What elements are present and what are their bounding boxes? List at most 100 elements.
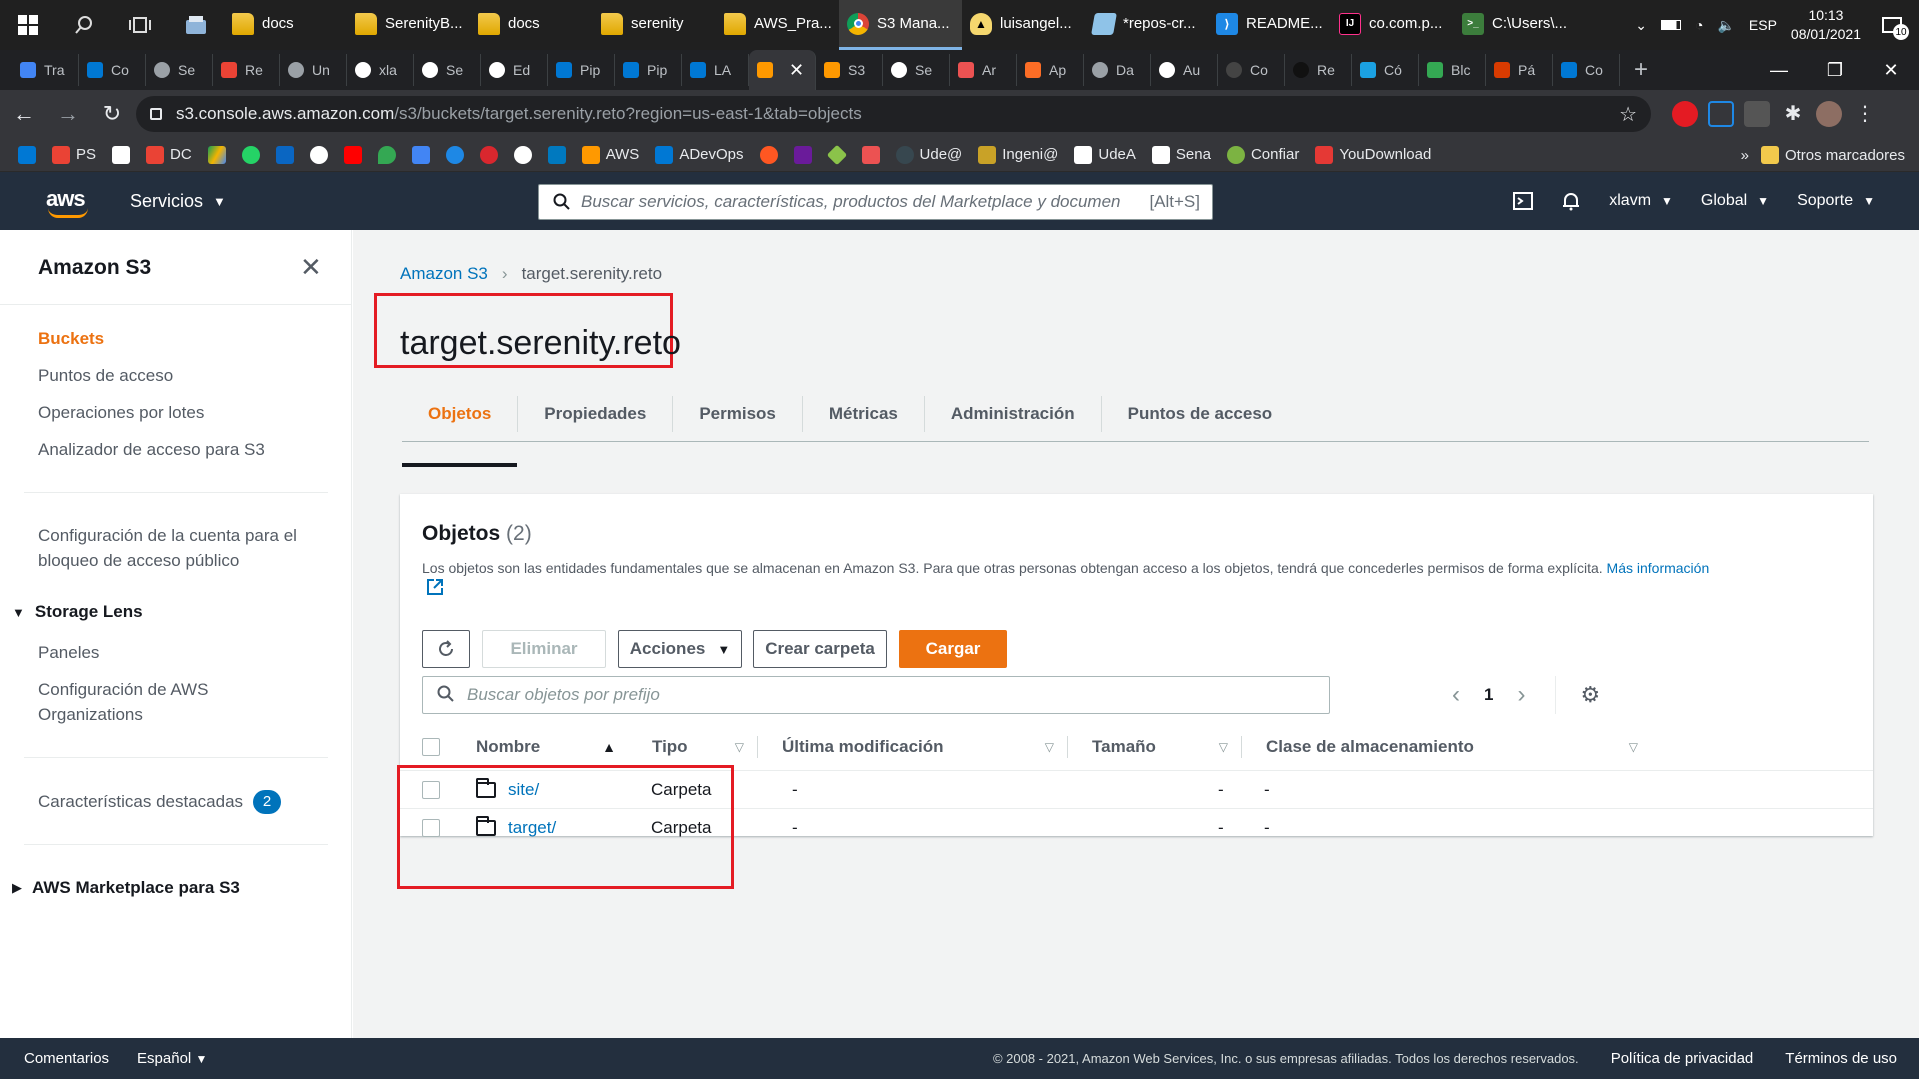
- taskbar-app-folder[interactable]: SerenityB...: [347, 0, 470, 50]
- notifications-button[interactable]: 10: [1875, 8, 1909, 42]
- minimize-icon[interactable]: —: [1751, 50, 1807, 90]
- aws-global-search[interactable]: Buscar servicios, características, produ…: [538, 184, 1213, 220]
- bookmark-mega[interactable]: [479, 145, 498, 164]
- create-folder-button[interactable]: Crear carpeta: [753, 630, 887, 668]
- bookmark-maps[interactable]: [377, 145, 396, 164]
- tab-properties[interactable]: Propiedades: [517, 395, 672, 432]
- taskbar-app-cmd[interactable]: >_ C:\Users\...: [1454, 0, 1577, 50]
- forward-arrow-icon[interactable]: →: [48, 94, 88, 134]
- taskbar-app-chrome[interactable]: S3 Mana...: [839, 0, 962, 50]
- browser-tab[interactable]: Un: [280, 54, 347, 86]
- language-selector[interactable]: Español ▼: [137, 1050, 207, 1067]
- browser-tab[interactable]: Ed: [481, 54, 548, 86]
- feedback-link[interactable]: Comentarios: [24, 1050, 109, 1067]
- pinned-app-icon[interactable]: [168, 0, 224, 50]
- aws-logo[interactable]: aws: [46, 186, 92, 218]
- prefix-search-input[interactable]: Buscar objetos por prefijo: [422, 676, 1330, 714]
- browser-tab[interactable]: Co: [79, 54, 146, 86]
- bookmark-udea-2[interactable]: UdeA: [1074, 145, 1136, 164]
- sidebar-item-aws-organizations[interactable]: Configuración de AWS Organizations: [38, 677, 298, 727]
- browser-tab[interactable]: Se: [414, 54, 481, 86]
- bookmark-trello[interactable]: [547, 145, 566, 164]
- close-icon[interactable]: ✕: [300, 252, 322, 283]
- browser-tab[interactable]: Re: [213, 54, 280, 86]
- address-bar[interactable]: s3.console.aws.amazon.com/s3/buckets/tar…: [136, 96, 1651, 132]
- browser-tab[interactable]: Pip: [615, 54, 682, 86]
- more-info-link[interactable]: Más información: [1607, 560, 1710, 576]
- region-menu[interactable]: Global ▼: [1701, 192, 1769, 210]
- bookmark-outlook[interactable]: [18, 145, 36, 164]
- volume-icon[interactable]: 🔈: [1717, 17, 1734, 34]
- bookmark-icon-only[interactable]: [759, 145, 778, 164]
- browser-tab[interactable]: Da: [1084, 54, 1151, 86]
- delete-button[interactable]: Eliminar: [482, 630, 606, 668]
- current-page[interactable]: 1: [1484, 685, 1493, 705]
- bookmark-star-icon[interactable]: ☆: [1619, 102, 1637, 127]
- chevron-right-icon[interactable]: ›: [1517, 681, 1525, 709]
- browser-tab-active[interactable]: ✕: [749, 50, 816, 90]
- windows-start-button[interactable]: [0, 0, 56, 50]
- browser-tab[interactable]: Pip: [548, 54, 615, 86]
- browser-tab[interactable]: Se: [146, 54, 213, 86]
- puzzle-extensions-icon[interactable]: ✱: [1780, 101, 1806, 127]
- privacy-link[interactable]: Política de privacidad: [1611, 1050, 1754, 1067]
- grid-extension-icon[interactable]: [1744, 101, 1770, 127]
- sidebar-item-block-public-access[interactable]: Configuración de la cuenta para el bloqu…: [38, 523, 328, 573]
- browser-tab[interactable]: Co: [1218, 54, 1285, 86]
- actions-dropdown[interactable]: Acciones ▼: [618, 630, 742, 668]
- column-header-name[interactable]: Nombre ▲: [476, 728, 616, 766]
- bookmark-github[interactable]: [513, 145, 532, 164]
- column-header-storage-class[interactable]: Clase de almacenamiento ▽: [1242, 728, 1652, 766]
- terms-link[interactable]: Términos de uso: [1785, 1050, 1897, 1067]
- close-window-icon[interactable]: ✕: [1863, 50, 1919, 90]
- bookmark-udea-at[interactable]: Ude@: [895, 145, 962, 164]
- chevron-left-icon[interactable]: ‹: [1452, 681, 1460, 709]
- select-all-checkbox[interactable]: [422, 738, 440, 756]
- bookmark-icon-only[interactable]: [793, 145, 812, 164]
- restore-icon[interactable]: ❐: [1807, 50, 1863, 90]
- column-header-type[interactable]: Tipo ▽: [626, 728, 758, 766]
- bell-icon[interactable]: [1561, 191, 1581, 211]
- adblock-extension-icon[interactable]: [1672, 101, 1698, 127]
- tab-management[interactable]: Administración: [923, 395, 1101, 432]
- bookmark-aws[interactable]: AWS: [581, 145, 639, 164]
- browser-tab[interactable]: Pá: [1486, 54, 1553, 86]
- column-header-last-modified[interactable]: Última modificación ▽: [768, 728, 1068, 766]
- taskbar-app-vscode[interactable]: ⟩ README...: [1208, 0, 1331, 50]
- bookmark-ps[interactable]: PS: [52, 145, 96, 164]
- chevron-up-icon[interactable]: ⌄: [1635, 17, 1647, 34]
- bookmark-sena[interactable]: Sena: [1151, 145, 1211, 164]
- sidebar-item-access-analyzer[interactable]: Analizador de acceso para S3: [38, 437, 265, 462]
- support-menu[interactable]: Soporte ▼: [1797, 192, 1875, 210]
- browser-tab[interactable]: Tra: [12, 54, 79, 86]
- column-header-size[interactable]: Tamaño ▽: [1068, 728, 1242, 766]
- back-arrow-icon[interactable]: ←: [4, 94, 44, 134]
- refresh-button[interactable]: [422, 630, 470, 668]
- sidebar-item-featured[interactable]: Características destacadas 2: [38, 789, 282, 814]
- bookmark-icon-only[interactable]: [826, 144, 847, 165]
- bookmark-linkedin[interactable]: [275, 145, 294, 164]
- browser-tab[interactable]: Blc: [1419, 54, 1486, 86]
- reload-icon[interactable]: ↻: [92, 94, 132, 134]
- browser-tab[interactable]: xla: [347, 54, 414, 86]
- bookmark-adevops[interactable]: ADevOps: [655, 145, 744, 164]
- taskbar-app-intellij[interactable]: IJ co.com.p...: [1331, 0, 1454, 50]
- profile-avatar[interactable]: [1816, 101, 1842, 127]
- close-tab-icon[interactable]: ✕: [789, 60, 804, 81]
- taskbar-app-notepad[interactable]: *repos-cr...: [1085, 0, 1208, 50]
- tab-objects[interactable]: Objetos: [402, 396, 517, 432]
- bookmark-udea[interactable]: [112, 145, 131, 164]
- sidebar-item-access-points[interactable]: Puntos de acceso: [38, 363, 173, 388]
- bookmark-dc[interactable]: DC: [146, 145, 192, 164]
- bookmark-youtube[interactable]: [343, 145, 362, 164]
- browser-tab[interactable]: Co: [1553, 54, 1620, 86]
- taskbar-app-linux[interactable]: ▲ luisangel...: [962, 0, 1085, 50]
- browser-tab[interactable]: Re: [1285, 54, 1352, 86]
- browser-tab[interactable]: Ar: [950, 54, 1017, 86]
- new-tab-plus-icon[interactable]: +: [1620, 56, 1662, 84]
- upload-button[interactable]: Cargar: [899, 630, 1007, 668]
- uipath-extension-icon[interactable]: [1708, 101, 1734, 127]
- taskbar-app-folder[interactable]: AWS_Pra...: [716, 0, 839, 50]
- clock[interactable]: 10:13 08/01/2021: [1791, 6, 1861, 44]
- bookmark-icon-only[interactable]: [861, 145, 880, 164]
